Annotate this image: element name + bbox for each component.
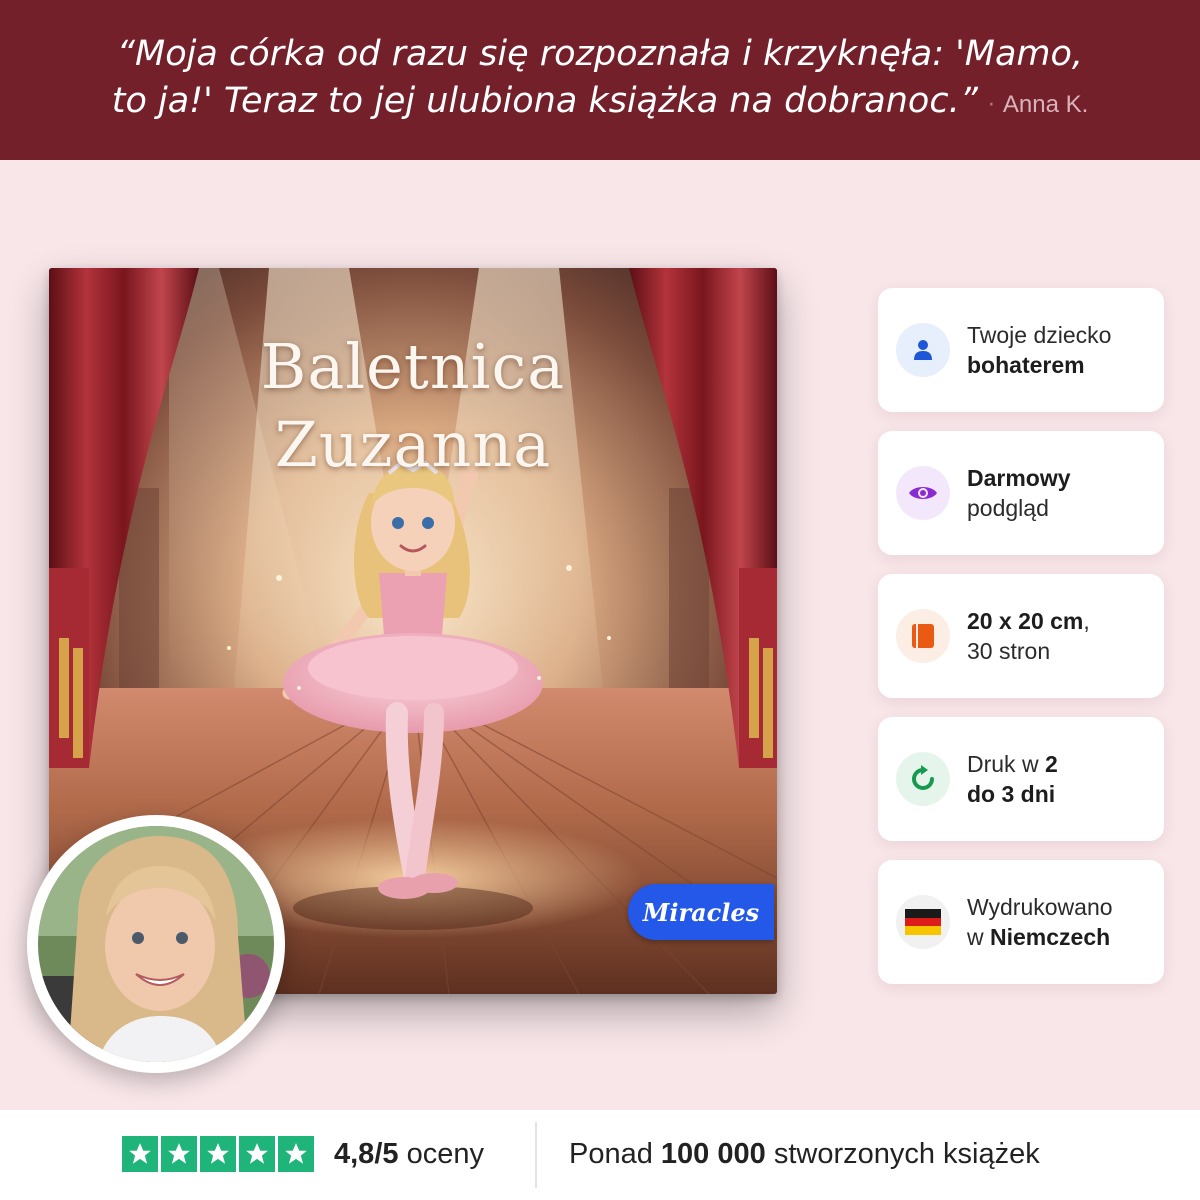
book-title-line-1: Baletnica [260,330,566,403]
star-icon [161,1136,197,1172]
feature-hero-bold: bohaterem [967,352,1085,378]
quote-line-1: “Moja córka od razu się rozpoznała i krz… [116,34,1084,74]
feature-preview-bold: Darmowy [967,465,1071,491]
testimonial-quote: “Moja córka od razu się rozpoznała i krz… [112,31,1089,129]
person-icon [896,323,950,377]
feature-print-bold-b: do 3 dni [967,781,1056,807]
refresh-icon [896,752,950,806]
feature-size-pages: 30 stron [967,638,1051,664]
books-created-text: Ponad 100 000 stworzonych książek [569,1136,1040,1172]
book-title-line-2: Zuzanna [274,408,552,481]
feature-card-size: 20 x 20 cm, 30 stron [878,574,1164,698]
feature-print-bold-a: 2 [1044,751,1058,777]
child-photo [27,815,285,1073]
rating-text: 4,8/5 oceny [334,1136,484,1172]
feature-text-print-time: Druk w 2 do 3 dni [967,749,1058,809]
star-icon [278,1136,314,1172]
rating-label: oceny [406,1138,484,1170]
germany-flag-icon [896,895,950,949]
feature-hero-line-1: Twoje dziecko [967,322,1112,348]
created-prefix: Ponad [569,1138,653,1170]
star-icon [200,1136,236,1172]
created-count: 100 000 [660,1138,766,1170]
feature-card-print-time: Druk w 2 do 3 dni [878,717,1164,841]
feature-card-hero: Twoje dziecko bohaterem [878,288,1164,412]
child-portrait-image [38,826,274,1062]
quote-line-2: to ja!' Teraz to jej ulubiona książka na… [111,81,978,121]
created-suffix: stworzonych książek [773,1138,1040,1170]
feature-text-made-in: Wydrukowano w Niemczech [967,892,1113,952]
feature-print-pre: Druk w [967,751,1045,777]
testimonial-author: Anna K. [1002,91,1089,118]
feature-made-in-prefix: w [967,924,990,950]
feature-preview-line-2: podgląd [967,495,1049,521]
book-title: Baletnica Zuzanna [49,328,777,484]
separator-dot: · [987,93,995,118]
feature-card-made-in: Wydrukowano w Niemczech [878,860,1164,984]
feature-size-bold: 20 x 20 cm [967,608,1084,634]
feature-card-preview[interactable]: Darmowy podgląd [878,431,1164,555]
star-icon [122,1136,158,1172]
feature-made-in-line-1: Wydrukowano [967,894,1113,920]
trust-divider [535,1122,537,1188]
feature-size-comma: , [1083,608,1090,634]
star-icon [239,1136,275,1172]
feature-text-size: 20 x 20 cm, 30 stron [967,606,1090,666]
testimonial-banner: “Moja córka od razu się rozpoznała i krz… [0,0,1200,160]
feature-made-in-bold: Niemczech [990,924,1111,950]
rating-stars [122,1136,314,1172]
eye-icon [896,466,950,520]
rating-value: 4,8/5 [334,1138,399,1170]
book-icon [896,609,950,663]
brand-label: Miracles [628,884,774,940]
feature-text-hero: Twoje dziecko bohaterem [967,320,1111,380]
feature-text-preview: Darmowy podgląd [967,463,1071,523]
